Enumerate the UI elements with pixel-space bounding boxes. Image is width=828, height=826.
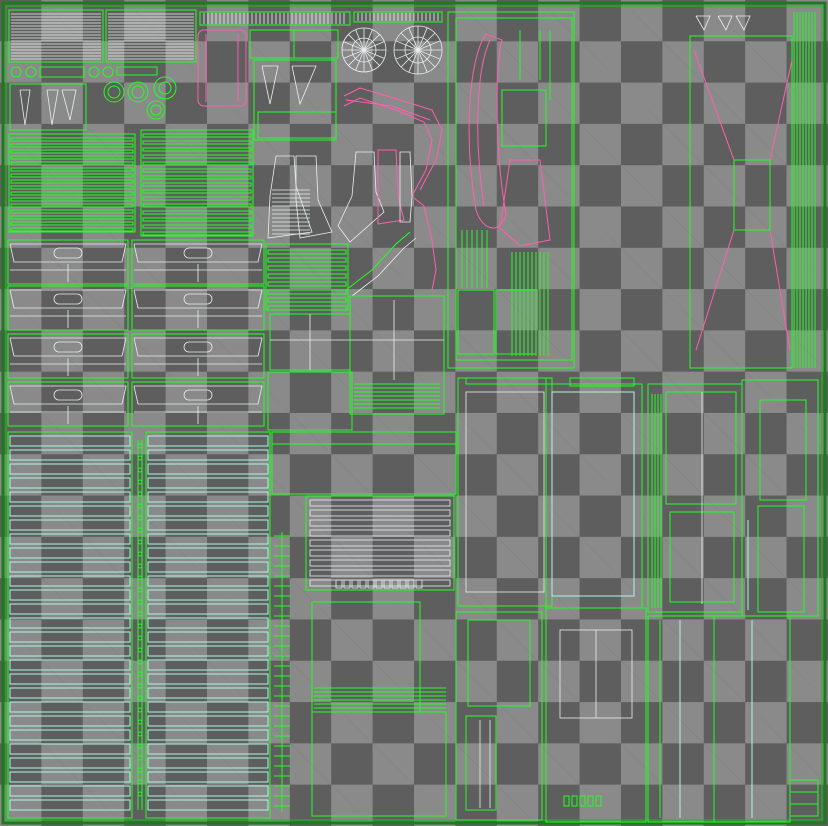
uv-shell-tall-panel[interactable]: [447, 11, 575, 369]
uv-shell-bolts-row[interactable]: [10, 66, 158, 78]
uv-shell-peg-column[interactable]: [137, 440, 290, 812]
uv-shell-board-strips-right[interactable]: [145, 431, 271, 819]
uv-shell-pink-bend[interactable]: [343, 87, 443, 197]
uv-shell-gear-cluster[interactable]: [103, 76, 177, 120]
uv-shell-rails-top-left[interactable]: [8, 129, 254, 237]
uv-shell-side-frames[interactable]: [647, 379, 819, 617]
uv-shell-box-fronts[interactable]: [457, 377, 643, 609]
uv-shell-mid-tray[interactable]: [271, 431, 457, 495]
uv-shell-cooler-parts[interactable]: [305, 495, 455, 817]
uv-shell-wheels[interactable]: [341, 25, 443, 75]
uv-shell-pink-tall-panel[interactable]: [689, 12, 816, 369]
uv-shell-grille-right[interactable]: [105, 9, 197, 63]
uv-shell-bottle-parts[interactable]: [337, 149, 413, 243]
uv-shell-bottom-boxes[interactable]: [455, 607, 791, 823]
uv-shell-cabinet-front[interactable]: [265, 243, 353, 431]
uv-shell-funnel-legs[interactable]: [267, 155, 333, 239]
uv-shell-top-comb[interactable]: [199, 11, 443, 26]
uv-shell-corner-small[interactable]: [789, 779, 819, 817]
uv-shell-twisted-rod[interactable]: [345, 197, 437, 297]
uv-shell-grille-left[interactable]: [8, 9, 104, 63]
uv-shell-funnel-block[interactable]: [253, 59, 337, 141]
uv-shell-drawer-panels[interactable]: [7, 239, 265, 427]
uv-shell-board-strips-left[interactable]: [7, 431, 133, 819]
uv-shell-cabinet-door[interactable]: [349, 295, 445, 415]
uv-shell-bracket-small[interactable]: [9, 83, 87, 131]
uv-checker-viewport[interactable]: [0, 0, 828, 826]
uv-wireframe-layer: [1, 1, 827, 825]
